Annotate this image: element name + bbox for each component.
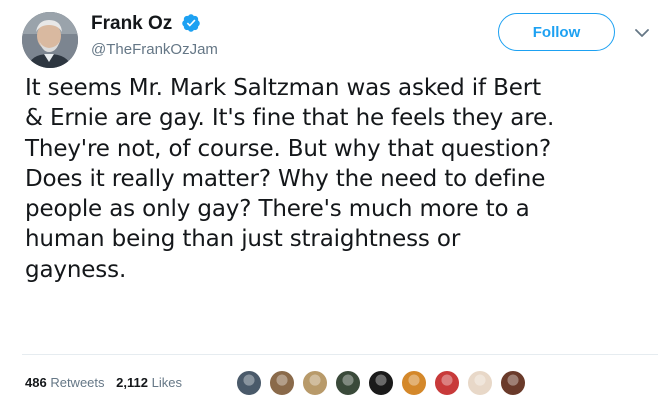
tweet-text-line: Does it really matter? Why the need to d… xyxy=(25,165,546,192)
likes-count: 2,112 xyxy=(116,375,148,390)
tweet-card: Frank Oz @TheFrankOzJam Follow It seems … xyxy=(0,0,668,414)
follow-button[interactable]: Follow xyxy=(498,13,615,51)
verified-badge-icon xyxy=(182,14,200,32)
likes-label: Likes xyxy=(151,375,182,390)
likes-stat[interactable]: 2,112 Likes xyxy=(116,375,182,390)
liker-avatar[interactable] xyxy=(467,370,493,396)
display-name[interactable]: Frank Oz xyxy=(91,13,172,35)
tweet-text-line: human being than just straightness or xyxy=(25,226,461,253)
liker-avatar[interactable] xyxy=(335,370,361,396)
retweets-count: 486 xyxy=(25,375,47,390)
tweet-text-line: It seems Mr. Mark Saltzman was asked if … xyxy=(25,75,541,101)
avatar[interactable] xyxy=(22,12,78,68)
liker-avatars xyxy=(236,370,533,396)
retweets-label: Retweets xyxy=(50,375,105,390)
divider xyxy=(22,354,658,355)
chevron-down-icon[interactable] xyxy=(634,26,650,40)
liker-avatar[interactable] xyxy=(368,370,394,396)
tweet-text-line: & Ernie are gay. It's fine that he feels… xyxy=(25,105,555,132)
liker-avatar[interactable] xyxy=(434,370,460,396)
liker-avatar[interactable] xyxy=(500,370,526,396)
liker-avatar[interactable] xyxy=(269,370,295,396)
liker-avatar[interactable] xyxy=(236,370,262,396)
avatar-photo xyxy=(22,12,78,68)
tweet-text: It seems Mr. Mark Saltzman was asked if … xyxy=(25,73,665,285)
author-handle[interactable]: @TheFrankOzJam xyxy=(91,41,218,58)
liker-avatar[interactable] xyxy=(302,370,328,396)
tweet-text-line: gayness. xyxy=(25,256,127,283)
tweet-stats: 486 Retweets 2,112 Likes xyxy=(25,375,190,390)
liker-avatar[interactable] xyxy=(401,370,427,396)
retweets-stat[interactable]: 486 Retweets xyxy=(25,375,105,390)
tweet-text-line: people as only gay? There's much more to… xyxy=(25,196,530,223)
tweet-text-line: They're not, of course. But why that que… xyxy=(25,135,552,162)
